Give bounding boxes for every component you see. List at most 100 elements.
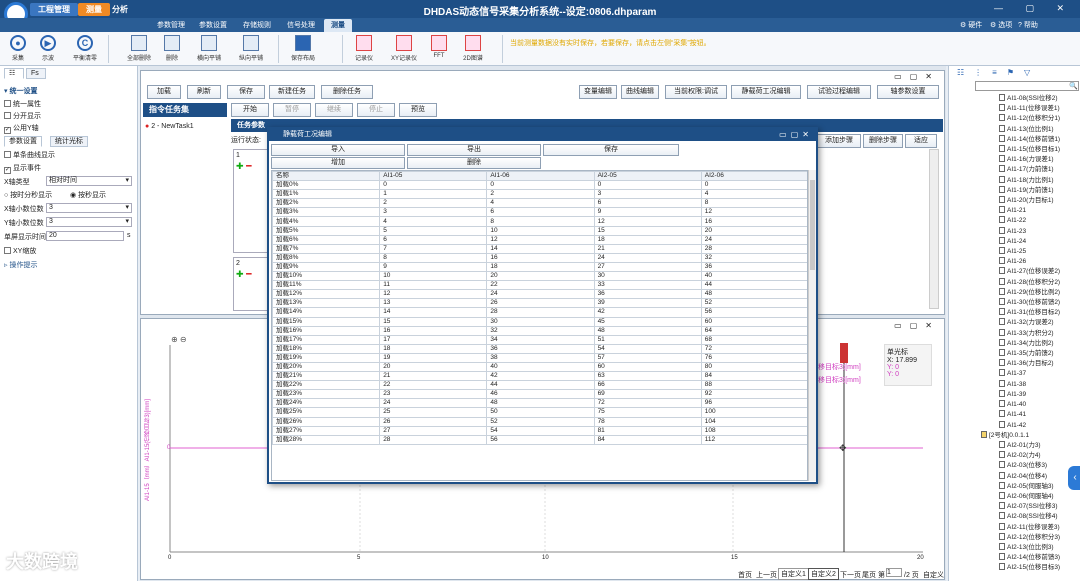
tab-settings-icon[interactable]: ☷	[4, 68, 24, 79]
table-cell[interactable]: 加载7%	[272, 243, 381, 254]
menu-measure[interactable]: 测量	[324, 19, 352, 32]
menu-options[interactable]: ⚙ 选项	[990, 20, 1012, 30]
import-button[interactable]: 导入	[271, 144, 405, 156]
table-cell[interactable]: 加载28%	[272, 434, 381, 445]
table-row[interactable]: 加载14% 14 28 42 56	[272, 307, 807, 318]
tree-item[interactable]: AI2-08(SSI位移4)	[951, 512, 1060, 522]
table-cell[interactable]: 27	[593, 261, 702, 273]
collapse-panel-button[interactable]: ‹	[1068, 466, 1080, 490]
table-cell[interactable]: 64	[700, 325, 807, 336]
table-cell[interactable]: 18	[379, 343, 488, 354]
table-cell[interactable]: 加载19%	[272, 352, 381, 363]
add-icon[interactable]: ✚	[236, 161, 244, 171]
table-cell[interactable]: 7	[379, 243, 488, 254]
table-cell[interactable]: 20	[700, 225, 807, 236]
table-cell[interactable]: 16	[700, 216, 807, 227]
table-cell[interactable]: 84	[593, 434, 702, 445]
table-row[interactable]: 加载19% 19 38 57 76	[272, 352, 807, 363]
table-row[interactable]: 加载2% 2 4 6 8	[272, 198, 807, 209]
tree-item[interactable]: AI1-30(位移前馈2)	[951, 298, 1060, 308]
table-cell[interactable]: 0	[593, 180, 702, 191]
table-cell[interactable]: 加载12%	[272, 289, 381, 300]
table-cell[interactable]: 14	[486, 243, 595, 254]
table-cell[interactable]: 2	[379, 198, 488, 209]
table-row[interactable]: 加载21% 21 42 63 84	[272, 371, 807, 382]
table-cell[interactable]: 4	[379, 216, 488, 227]
tree-item[interactable]: AI1-16(力误差1)	[951, 155, 1060, 165]
menu-storage[interactable]: 存储规则	[236, 19, 278, 32]
table-cell[interactable]: 加载23%	[272, 389, 381, 400]
table-cell[interactable]: 75	[593, 407, 702, 418]
table-row[interactable]: 加载26% 26 52 78 104	[272, 416, 807, 427]
tree-item[interactable]: AI1-21	[951, 206, 1060, 216]
table-cell[interactable]: 80	[700, 361, 807, 373]
table-row[interactable]: 加载7% 7 14 21 28	[272, 243, 807, 254]
table-row[interactable]: 加载20% 20 40 60 80	[272, 361, 807, 373]
table-cell[interactable]: 48	[486, 398, 595, 409]
table-cell[interactable]: 14	[379, 307, 488, 318]
tree-item[interactable]: AI1-39	[951, 389, 1060, 400]
tree-item[interactable]: AI1-28(位移积分2)	[951, 277, 1060, 288]
check-single-curve[interactable]: 单条曲线显示	[4, 150, 55, 161]
load-button[interactable]: 加载	[147, 85, 181, 99]
table-row[interactable]: 加载25% 25 50 75 100	[272, 407, 807, 418]
tree-item[interactable]: AI2-01(力3)	[951, 440, 1060, 451]
tree-item[interactable]: AI1-18(力比例1)	[951, 175, 1060, 186]
tree-item[interactable]: AI2-15(位移目标3)	[951, 563, 1060, 573]
delete-step-button[interactable]: 删除步骤	[863, 134, 903, 148]
subtab-param[interactable]: 参数设置	[4, 136, 42, 147]
tree-item[interactable]: AI2-07(SSI位移3)	[951, 502, 1060, 512]
tree-item[interactable]: AI1-37	[951, 369, 1060, 379]
pager-last[interactable]: 尾页	[862, 570, 876, 580]
table-cell[interactable]: 104	[700, 416, 807, 427]
save-task-button[interactable]: 保存	[227, 85, 265, 99]
y-decimals-input[interactable]: 3 ▾	[46, 217, 132, 227]
table-cell[interactable]: 0	[379, 180, 488, 191]
table-cell[interactable]: 28	[700, 243, 807, 254]
static-load-edit-button[interactable]: 静载荷工况编辑	[731, 85, 801, 99]
table-row[interactable]: 加载16% 16 32 48 64	[272, 325, 807, 336]
table-cell[interactable]: 28	[379, 434, 488, 445]
tree-item[interactable]: AI1-13(位比例1)	[951, 124, 1060, 135]
section-tips[interactable]: ▹ 操作提示	[4, 260, 37, 271]
table-cell[interactable]: 54	[486, 425, 595, 436]
xaxis-type-select[interactable]: 相对时间 ▾	[46, 176, 132, 186]
tree-item[interactable]: AI1-19(力前馈1)	[951, 185, 1060, 196]
table-cell[interactable]: 81	[593, 425, 702, 436]
table-cell[interactable]: 0	[486, 180, 595, 191]
tree-search-input[interactable]: 🔍	[975, 81, 1079, 91]
delete-row-button[interactable]: 删除	[407, 157, 541, 169]
table-cell[interactable]: 45	[593, 316, 702, 327]
table-cell[interactable]: 23	[379, 389, 488, 400]
radio-seconds[interactable]: ◉ 按秒显示	[70, 190, 106, 201]
tree-item[interactable]: AI1-20(力目标1)	[951, 196, 1060, 206]
tree-item[interactable]: AI2-13(位比例3)	[951, 542, 1060, 553]
step-card-2[interactable]: 2 ✚ ━	[233, 257, 271, 311]
table-cell[interactable]: 5	[379, 225, 488, 236]
tree-item[interactable]: AI1-32(力误差2)	[951, 318, 1060, 328]
table-cell[interactable]: 12	[486, 234, 595, 245]
table-cell[interactable]: 24	[486, 289, 595, 300]
task-item[interactable]: ● 2 - NewTask1	[145, 123, 194, 130]
table-cell[interactable]: 51	[593, 334, 702, 345]
table-row[interactable]: 加载18% 18 36 54 72	[272, 343, 807, 354]
test-process-edit-button[interactable]: 试验过程编辑	[807, 85, 871, 99]
check-xy-zoom[interactable]: XY缩放	[4, 246, 36, 257]
table-cell[interactable]: 16	[486, 252, 595, 263]
tree-item[interactable]: AI2-03(位移3)	[951, 461, 1060, 471]
table-cell[interactable]: 8	[486, 216, 595, 227]
refresh-button[interactable]: 刷新	[187, 85, 221, 99]
tab-fs[interactable]: Fs	[26, 68, 46, 79]
table-cell[interactable]: 20	[486, 271, 595, 282]
table-cell[interactable]: 加载16%	[272, 325, 381, 336]
table-cell[interactable]: 46	[486, 389, 595, 400]
table-cell[interactable]: 13	[379, 298, 488, 309]
table-cell[interactable]: 36	[700, 261, 807, 273]
table-cell[interactable]: 10	[379, 271, 488, 282]
table-cell[interactable]: 63	[593, 371, 702, 382]
pill-analysis[interactable]: 分析	[104, 3, 136, 16]
table-cell[interactable]: 18	[593, 234, 702, 245]
table-cell[interactable]: 32	[486, 325, 595, 336]
tree-item[interactable]: AI1-29(位移比例2)	[951, 287, 1060, 298]
table-cell[interactable]: 54	[593, 343, 702, 354]
